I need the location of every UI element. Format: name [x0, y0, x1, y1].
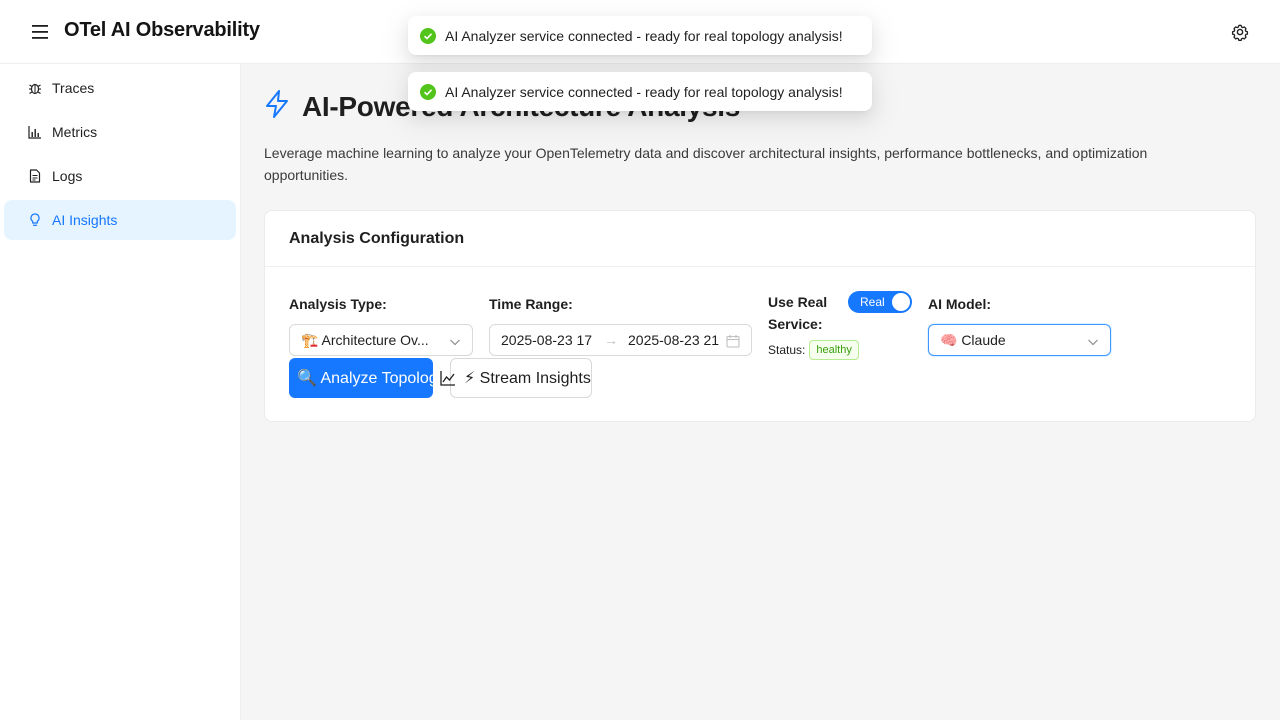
check-circle-icon	[420, 27, 436, 44]
bar-chart-icon	[28, 125, 42, 139]
bug-icon	[28, 81, 42, 95]
page-description: Leverage machine learning to analyze you…	[264, 145, 1148, 183]
sidebar-item-label: Traces	[52, 80, 95, 96]
calendar-icon	[726, 334, 740, 348]
file-text-icon	[28, 169, 42, 183]
toast-notification: AI Analyzer service connected - ready fo…	[408, 16, 872, 55]
time-range-label: Time Range:	[489, 296, 573, 312]
toggle-knob	[892, 293, 910, 311]
toast-message: AI Analyzer service connected - ready fo…	[445, 27, 843, 44]
sidebar-item-label: AI Insights	[52, 212, 118, 228]
time-range-picker[interactable]: 2025-08-23 17 → 2025-08-23 21	[489, 324, 752, 356]
card-title: Analysis Configuration	[265, 211, 1255, 267]
lightning-icon	[264, 90, 290, 123]
sidebar-item-label: Logs	[52, 168, 83, 184]
time-range-end[interactable]: 2025-08-23 21	[628, 332, 720, 348]
chevron-down-icon	[449, 335, 461, 347]
bulb-icon	[28, 213, 42, 227]
app-title: OTel AI Observability	[64, 19, 260, 41]
arrow-right-icon: →	[604, 332, 618, 348]
toast-notification: AI Analyzer service connected - ready fo…	[408, 72, 872, 111]
analyze-topology-button[interactable]: 🔍 Analyze Topology	[289, 358, 433, 398]
sidebar-item-logs[interactable]: Logs	[4, 156, 236, 196]
analysis-type-select[interactable]: 🏗️ Architecture Ov...	[289, 324, 473, 356]
toast-message: AI Analyzer service connected - ready fo…	[445, 83, 843, 100]
hamburger-icon[interactable]	[28, 20, 52, 44]
status-label: Status:	[768, 343, 806, 357]
gear-icon[interactable]	[1230, 22, 1250, 42]
analysis-config-card: Analysis Configuration Analysis Type: 🏗️…	[264, 210, 1256, 422]
status-badge: healthy	[809, 340, 859, 360]
main-content: AI-Powered Architecture Analysis Leverag…	[241, 64, 1280, 720]
use-real-service-label: Use Real Service:	[768, 294, 828, 332]
real-service-toggle[interactable]: Real	[848, 291, 912, 313]
ai-model-value: 🧠 Claude	[940, 331, 1006, 348]
chevron-down-icon	[1087, 335, 1099, 347]
stream-insights-button[interactable]: ⚡ Stream Insights	[450, 358, 592, 398]
line-chart-icon	[440, 370, 456, 386]
sidebar-item-ai-insights[interactable]: AI Insights	[4, 200, 236, 240]
analysis-type-label: Analysis Type:	[289, 296, 387, 312]
sidebar-item-traces[interactable]: Traces	[4, 68, 236, 108]
analysis-type-value: 🏗️ Architecture Ov...	[301, 331, 429, 348]
time-range-start[interactable]: 2025-08-23 17	[501, 332, 596, 348]
stream-button-label: ⚡ Stream Insights	[464, 370, 591, 387]
ai-model-label: AI Model:	[928, 296, 991, 312]
ai-model-select[interactable]: 🧠 Claude	[928, 324, 1111, 356]
sidebar-item-label: Metrics	[52, 124, 98, 140]
service-status: Status: healthy	[768, 340, 859, 360]
toggle-label: Real	[860, 295, 885, 309]
sidebar-item-metrics[interactable]: Metrics	[4, 112, 236, 152]
analyze-button-label: 🔍 Analyze Topology	[297, 370, 433, 387]
sidebar: Traces Metrics Logs AI Insights	[0, 64, 241, 720]
check-circle-icon	[420, 83, 436, 100]
